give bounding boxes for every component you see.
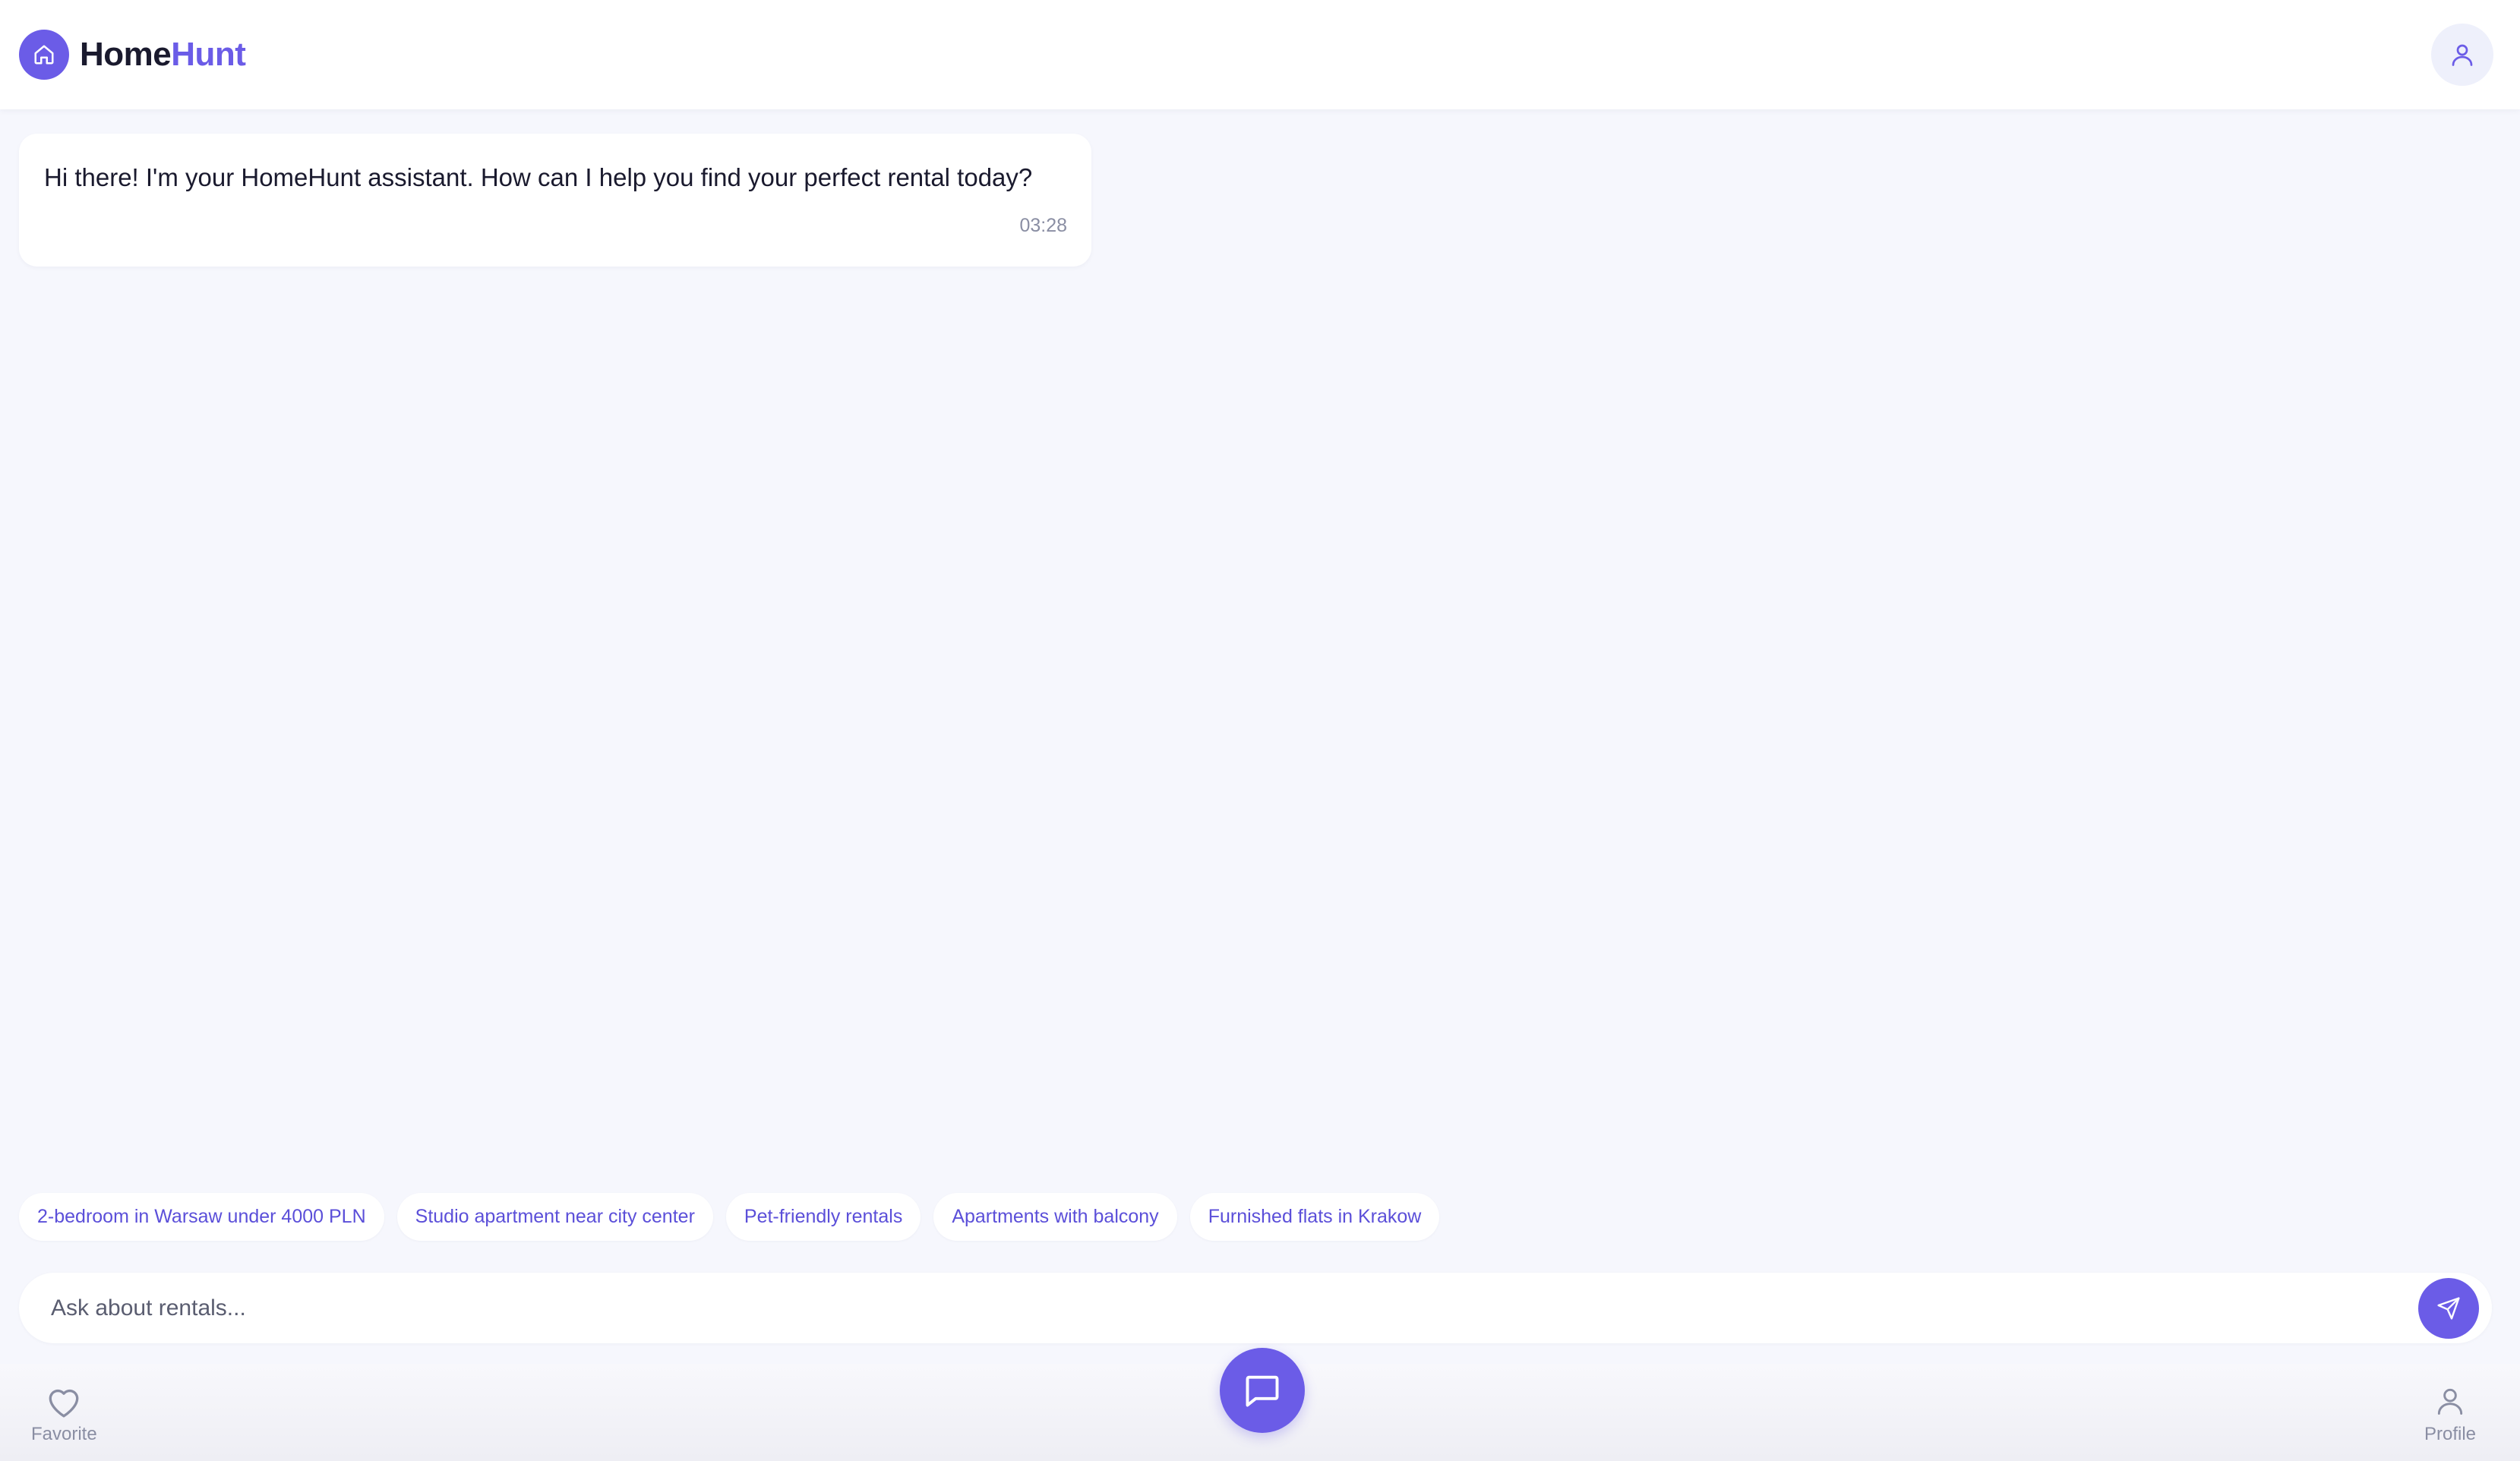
message-timestamp: 03:28 <box>1019 215 1067 236</box>
nav-favorite-label: Favorite <box>31 1424 97 1444</box>
suggestion-chip[interactable]: Pet-friendly rentals <box>725 1193 921 1241</box>
chat-bubble-icon <box>1246 1375 1279 1407</box>
suggestion-chip[interactable]: Furnished flats in Krakow <box>1189 1193 1440 1241</box>
logo-text-home: Home <box>80 36 172 73</box>
nav-profile-label: Profile <box>2424 1424 2477 1444</box>
suggestion-chip[interactable]: Apartments with balcony <box>933 1193 1177 1241</box>
user-icon <box>2437 1388 2463 1415</box>
nav-profile[interactable]: Profile <box>2424 1384 2476 1446</box>
home-logo-icon[interactable] <box>19 30 69 80</box>
app-header: HomeHunt <box>0 0 2520 109</box>
assistant-message: Hi there! I'm your HomeHunt assistant. H… <box>19 134 1091 267</box>
suggestion-chip[interactable]: 2-bedroom in Warsaw under 4000 PLN <box>19 1193 384 1241</box>
heart-icon <box>49 1389 79 1418</box>
send-icon <box>2437 1297 2460 1320</box>
logo-text-hunt: Hunt <box>171 36 246 73</box>
app-logo[interactable]: HomeHunt <box>80 32 246 77</box>
nav-favorite[interactable]: Favorite <box>31 1384 97 1446</box>
suggestion-chips: 2-bedroom in Warsaw under 4000 PLN Studi… <box>19 1193 1440 1241</box>
chat-input[interactable] <box>49 1273 2389 1343</box>
suggestion-chip[interactable]: Studio apartment near city center <box>396 1193 713 1241</box>
chat-fab-button[interactable] <box>1220 1348 1305 1433</box>
chat-input-bar <box>19 1273 2492 1343</box>
user-icon <box>2452 44 2473 66</box>
message-text: Hi there! I'm your HomeHunt assistant. H… <box>44 163 1033 191</box>
send-button[interactable] <box>2418 1278 2479 1339</box>
profile-avatar-button[interactable] <box>2431 24 2493 86</box>
